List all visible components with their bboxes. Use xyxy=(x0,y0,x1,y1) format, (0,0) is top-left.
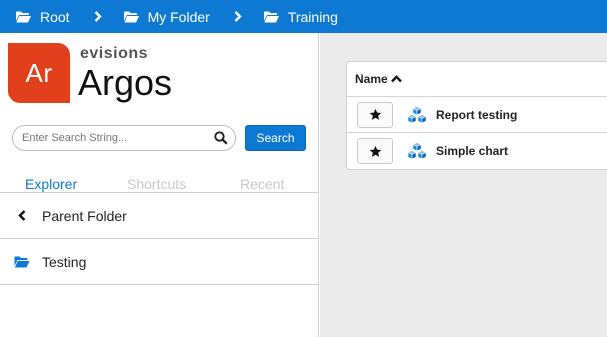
sort-ascending-icon xyxy=(390,75,402,83)
search-box xyxy=(12,125,236,151)
search-input[interactable] xyxy=(22,132,212,144)
explorer-panel: Ar evisions Argos Search Explorer Shortc… xyxy=(0,33,319,337)
tab-shortcuts[interactable]: Shortcuts xyxy=(127,176,186,192)
folder-open-icon xyxy=(123,11,139,22)
chevron-right-icon xyxy=(234,11,242,22)
breadcrumb-my-folder[interactable]: My Folder xyxy=(123,8,210,25)
argos-logo-tile: Ar xyxy=(8,43,70,103)
favorite-star-button[interactable] xyxy=(357,138,393,164)
datablock-cubes-icon xyxy=(407,105,427,124)
item-name[interactable]: Report testing xyxy=(436,108,517,122)
tab-explorer[interactable]: Explorer xyxy=(25,176,77,192)
breadcrumb-root-label: Root xyxy=(40,8,70,25)
chevron-right-icon xyxy=(94,11,102,22)
favorite-star-button[interactable] xyxy=(357,101,393,128)
content-area: Name Report testing Simple chart xyxy=(320,33,607,337)
search-icon[interactable] xyxy=(214,131,228,150)
table-row[interactable]: Report testing xyxy=(347,97,607,133)
star-icon xyxy=(369,108,381,120)
panel-tabs: Explorer Shortcuts Recent xyxy=(0,173,318,193)
datablock-cubes-icon xyxy=(407,142,427,160)
table-row[interactable]: Simple chart xyxy=(347,133,607,169)
breadcrumb-root[interactable]: Root xyxy=(16,9,70,25)
parent-folder-label: Parent Folder xyxy=(42,207,127,224)
folder-open-icon xyxy=(263,11,279,22)
brand-product: Argos xyxy=(78,62,173,103)
brand-company: evisions xyxy=(80,45,149,62)
chevron-left-icon xyxy=(0,210,42,221)
column-header-name[interactable]: Name xyxy=(347,62,607,97)
breadcrumb-training-label: Training xyxy=(287,8,338,25)
parent-folder-item[interactable]: Parent Folder xyxy=(0,193,318,239)
star-icon xyxy=(369,145,381,157)
logo-tile-text: Ar xyxy=(25,57,53,88)
folder-open-icon xyxy=(0,256,42,268)
items-grid: Name Report testing Simple chart xyxy=(346,61,607,170)
tab-recent[interactable]: Recent xyxy=(240,176,284,192)
breadcrumb-training[interactable]: Training xyxy=(263,8,338,25)
folder-item-label: Testing xyxy=(42,253,87,270)
search-button[interactable]: Search xyxy=(245,125,306,151)
folder-open-icon xyxy=(16,11,31,22)
folder-item-testing[interactable]: Testing xyxy=(0,239,318,285)
item-name[interactable]: Simple chart xyxy=(436,144,508,158)
breadcrumb-my-folder-label: My Folder xyxy=(147,8,210,25)
column-header-label: Name xyxy=(355,72,388,86)
breadcrumb-bar: Root My Folder Training xyxy=(0,0,607,33)
